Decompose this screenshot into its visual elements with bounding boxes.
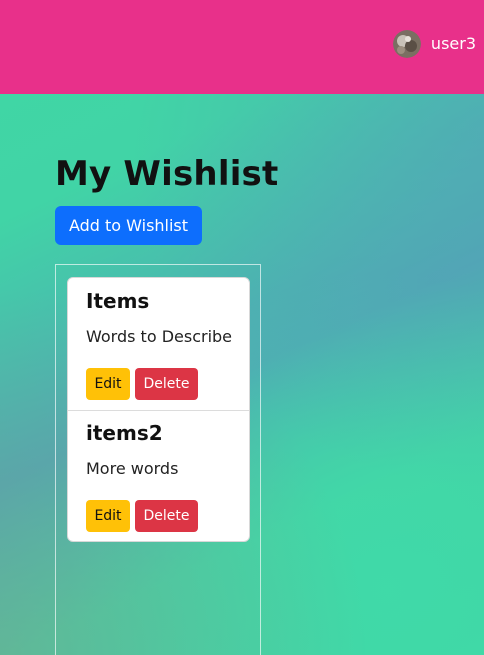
- item-description: More words: [86, 459, 179, 478]
- delete-button[interactable]: Delete: [135, 368, 198, 400]
- user-avatar-icon: [392, 30, 421, 58]
- item-description: Words to Describe: [86, 327, 233, 346]
- avatar[interactable]: [392, 30, 421, 58]
- item-title: items2: [86, 421, 163, 445]
- wishlist-card: Items Words to Describe Edit Delete item…: [67, 277, 250, 542]
- add-to-wishlist-button[interactable]: Add to Wishlist: [55, 206, 202, 245]
- delete-button[interactable]: Delete: [135, 500, 198, 532]
- list-item: items2 More words Edit Delete: [68, 410, 249, 541]
- edit-button[interactable]: Edit: [86, 500, 130, 532]
- username[interactable]: user3: [431, 30, 476, 58]
- navbar: user3: [0, 0, 484, 94]
- edit-button[interactable]: Edit: [86, 368, 130, 400]
- list-item: Items Words to Describe Edit Delete: [68, 278, 249, 411]
- page-title: My Wishlist: [55, 154, 279, 194]
- item-title: Items: [86, 289, 150, 313]
- user-menu[interactable]: user3: [392, 30, 476, 58]
